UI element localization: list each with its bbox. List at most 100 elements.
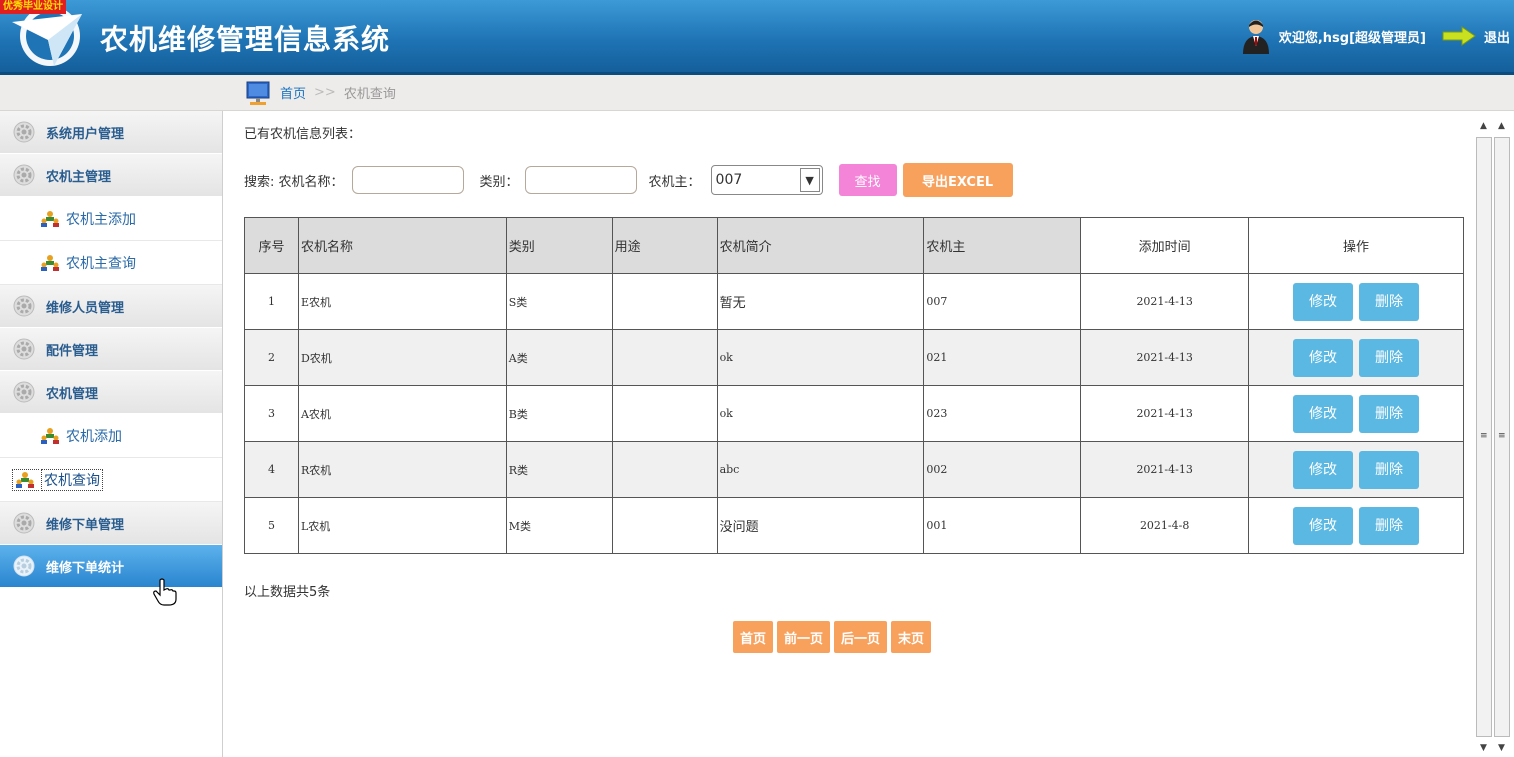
edit-button[interactable]: 修改 [1293,394,1354,433]
sidebar-group-order[interactable]: 维修下单管理 [0,502,222,545]
delete-button[interactable]: 删除 [1359,394,1420,433]
owner-select-value: 007 [715,172,743,188]
gear-icon [13,121,35,143]
sidebar-group-label: 维修下单统计 [46,560,125,576]
sidebar-group-label: 维修下单管理 [46,517,125,533]
owner-select[interactable]: 007 ▼ [710,165,823,195]
sidebar-group-owner[interactable]: 农机主管理 [0,154,222,197]
last-page-button[interactable]: 末页 [891,621,932,653]
scroll-down-icon[interactable]: ▼ [1480,743,1487,753]
cell-actions: 修改 删除 [1248,329,1464,386]
prev-page-button[interactable]: 前一页 [777,621,831,653]
pagination: 首页 前一页 后一页 末页 [733,621,935,653]
cell-category: M类 [505,497,613,554]
sidebar-group-label: 农机管理 [46,386,99,402]
record-count: 以上数据共5条 [244,585,331,600]
cell-time: 2021-4-8 [1080,497,1250,554]
gear-icon [13,555,35,577]
cell-time: 2021-4-13 [1080,385,1250,442]
delete-button[interactable]: 删除 [1359,282,1420,321]
delete-button[interactable]: 删除 [1359,338,1420,377]
table-row: 3 A农机 B类 ok 023 2021-4-13 修改 删除 [244,385,1464,442]
sidebar-item-owner-query[interactable]: 农机主查询 [0,241,222,285]
column-header: 类别 [505,217,613,274]
edit-button[interactable]: 修改 [1293,450,1354,489]
first-page-button[interactable]: 首页 [733,621,774,653]
column-header: 用途 [611,217,718,274]
people-icon [16,471,34,488]
search-name-label: 搜索: 农机名称： [244,174,344,190]
logout-link[interactable]: 退出 [1484,27,1510,46]
cell-intro: 暂无 [716,273,925,330]
scroll-up-icon[interactable]: ▲ [1480,121,1487,131]
column-header: 农机主 [923,217,1082,274]
sidebar-item-owner-add[interactable]: 农机主添加 [0,197,222,241]
cell-no: 1 [244,273,299,330]
cell-no: 2 [244,329,299,386]
cell-no: 3 [244,385,299,442]
delete-button[interactable]: 删除 [1359,450,1420,489]
cell-category: R类 [505,441,613,498]
cell-category: B类 [505,385,613,442]
sidebar-group-machine[interactable]: 农机管理 [0,371,222,414]
edit-button[interactable]: 修改 [1293,338,1354,377]
scroll-down-icon[interactable]: ▼ [1498,743,1505,753]
next-page-button[interactable]: 后一页 [834,621,888,653]
cell-no: 5 [244,497,299,554]
cell-intro: 没问题 [716,497,925,554]
gear-icon [13,338,35,360]
sidebar: 系统用户管理 农机主管理 农机主添加 农机主查询 维修人员管理 配件管理 农机管… [0,111,223,757]
welcome-text: 欢迎您,hsg[超级管理员] [1278,30,1426,46]
export-excel-button[interactable]: 导出EXCEL [902,163,1013,197]
machine-table: 序号 农机名称 类别 用途 农机简介 农机主 添加时间 操作 1 E农机 S类 … [244,217,1464,554]
app-header: 优秀毕业设计 农机维修管理信息系统 欢迎您,hsg[超级管理员] 退出 [0,0,1514,75]
sidebar-group-label: 维修人员管理 [46,300,125,316]
cell-owner: 001 [923,497,1082,554]
edit-button[interactable]: 修改 [1293,282,1354,321]
sidebar-item-machine-add[interactable]: 农机添加 [0,414,222,458]
find-button[interactable]: 查找 [838,164,897,196]
table-row: 5 L农机 M类 没问题 001 2021-4-8 修改 删除 [244,497,1464,554]
sidebar-group-repairman[interactable]: 维修人员管理 [0,285,222,328]
people-icon [41,254,59,271]
cell-use [611,273,718,330]
sidebar-item-machine-query[interactable]: 农机查询 [0,458,222,502]
cell-actions: 修改 删除 [1248,385,1464,442]
people-icon [41,427,59,444]
cell-owner: 007 [923,273,1082,330]
cell-use [611,441,718,498]
category-input[interactable] [524,166,637,194]
sidebar-item-label: 农机添加 [66,428,122,445]
vertical-scrollbar[interactable]: ▲ ▲ ≡ ≡ ▼ ▼ [1474,117,1514,757]
scroll-up-icon[interactable]: ▲ [1498,121,1505,131]
sidebar-group-order-stats[interactable]: 维修下单统计 [0,545,222,588]
breadcrumb-current: 农机查询 [343,87,396,102]
column-header: 农机简介 [716,217,925,274]
graduation-badge: 优秀毕业设计 [0,0,66,14]
machine-name-input[interactable] [351,166,464,194]
table-header-row: 序号 农机名称 类别 用途 农机简介 农机主 添加时间 操作 [244,217,1464,274]
scroll-grip-icon: ≡ [1498,431,1506,441]
user-area: 欢迎您,hsg[超级管理员] 退出 [1241,18,1514,54]
arrow-right-icon[interactable] [1442,26,1476,46]
delete-button[interactable]: 删除 [1359,506,1420,545]
edit-button[interactable]: 修改 [1293,506,1354,545]
monitor-icon [246,81,270,105]
breadcrumb-home-link[interactable]: 首页 [280,83,306,102]
cell-name: R农机 [297,441,507,498]
cell-use [611,385,718,442]
sidebar-group-parts[interactable]: 配件管理 [0,328,222,371]
table-row: 1 E农机 S类 暂无 007 2021-4-13 修改 删除 [244,273,1464,330]
chevron-down-icon[interactable]: ▼ [799,168,820,192]
hand-cursor-icon [153,578,177,606]
cell-category: A类 [505,329,613,386]
column-header: 序号 [244,217,299,274]
sidebar-group-system-users[interactable]: 系统用户管理 [0,111,222,154]
cell-intro: ok [716,385,925,442]
breadcrumb-bar: 首页 >> 农机查询 [0,75,1514,111]
cell-name: E农机 [297,273,507,330]
cell-owner: 002 [923,441,1082,498]
user-avatar-icon [1242,20,1269,54]
cell-no: 4 [244,441,299,498]
owner-label: 农机主： [648,174,701,190]
